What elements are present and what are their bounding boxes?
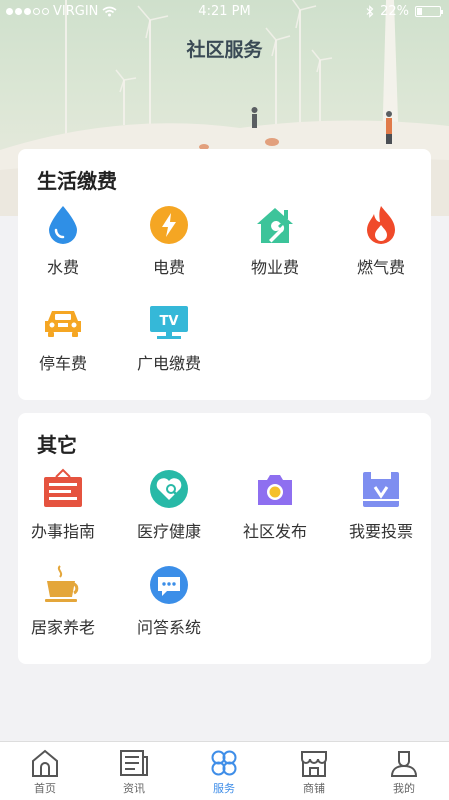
tab-news[interactable]: 资讯	[94, 742, 174, 800]
heart-search-icon	[150, 470, 188, 508]
tab-home-label: 首页	[34, 782, 56, 795]
store-icon	[301, 751, 327, 777]
tab-profile-label: 我的	[393, 782, 415, 795]
water-drop-icon	[49, 206, 77, 244]
camera-icon	[258, 475, 292, 505]
electricity-fee-label: 电费	[152, 258, 185, 277]
qa-label: 问答系统	[136, 618, 201, 637]
battery-icon	[415, 6, 443, 17]
bottom-tab-bar: 首页 资讯 服务 商铺 我的	[0, 741, 449, 800]
gas-fee-item[interactable]: 燃气费	[331, 203, 431, 278]
bluetooth-icon	[366, 5, 374, 18]
section-title-other: 其它	[37, 433, 77, 457]
electricity-fee-item[interactable]: 电费	[119, 203, 219, 278]
tab-services[interactable]: 服务	[184, 742, 264, 800]
battery-percent: 22%	[380, 4, 409, 19]
tv-fee-label: 广电缴费	[136, 354, 201, 373]
chat-bubble-icon	[150, 566, 188, 604]
gas-fee-label: 燃气费	[356, 258, 405, 277]
section-title-life-payment: 生活缴费	[37, 169, 117, 193]
svg-text:TV: TV	[160, 314, 179, 329]
life-payment-card: 生活缴费 水费 电费 物业费 燃气费 停车费 TV 广电缴费	[18, 149, 431, 400]
status-right: 22%	[366, 4, 443, 19]
community-publish-label: 社区发布	[242, 522, 307, 541]
elderly-care-label: 居家养老	[30, 618, 95, 637]
vote-item[interactable]: 我要投票	[331, 467, 431, 542]
property-fee-label: 物业费	[250, 258, 299, 277]
health-label: 医疗健康	[136, 522, 201, 541]
car-icon	[45, 311, 81, 337]
ballot-box-icon	[363, 472, 399, 507]
home-icon	[32, 749, 58, 777]
clover-icon	[211, 750, 237, 776]
health-item[interactable]: 医疗健康	[119, 467, 219, 542]
guide-item[interactable]: 办事指南	[13, 467, 113, 542]
notice-board-icon	[44, 468, 82, 507]
parking-fee-item[interactable]: 停车费	[13, 299, 113, 374]
tv-fee-item[interactable]: TV 广电缴费	[119, 299, 219, 374]
house-wrench-icon	[257, 208, 293, 243]
tab-stores-label: 商铺	[303, 782, 325, 795]
tab-news-label: 资讯	[123, 782, 145, 795]
lightning-icon	[150, 206, 188, 244]
water-fee-label: 水费	[46, 258, 79, 277]
guide-label: 办事指南	[30, 522, 95, 541]
teacup-icon	[45, 565, 79, 602]
tab-profile[interactable]: 我的	[364, 742, 444, 800]
qa-item[interactable]: 问答系统	[119, 563, 219, 638]
status-bar: VIRGIN 4:21 PM 22%	[0, 0, 449, 24]
tv-icon: TV	[150, 306, 188, 339]
tab-stores[interactable]: 商铺	[274, 742, 354, 800]
community-publish-item[interactable]: 社区发布	[225, 467, 325, 542]
vote-label: 我要投票	[348, 522, 413, 541]
water-fee-item[interactable]: 水费	[13, 203, 113, 278]
other-services-card: 其它 办事指南 医疗健康 社区发布 我要投票 居家养老 问答系统	[18, 413, 431, 664]
tab-services-label: 服务	[213, 782, 235, 795]
elderly-care-item[interactable]: 居家养老	[13, 563, 113, 638]
user-icon	[390, 751, 418, 777]
page-title: 社区服务	[186, 39, 263, 61]
parking-fee-label: 停车费	[38, 354, 87, 373]
newspaper-icon	[120, 750, 148, 776]
tab-home[interactable]: 首页	[5, 742, 85, 800]
flame-icon	[367, 206, 395, 244]
property-fee-item[interactable]: 物业费	[225, 203, 325, 278]
